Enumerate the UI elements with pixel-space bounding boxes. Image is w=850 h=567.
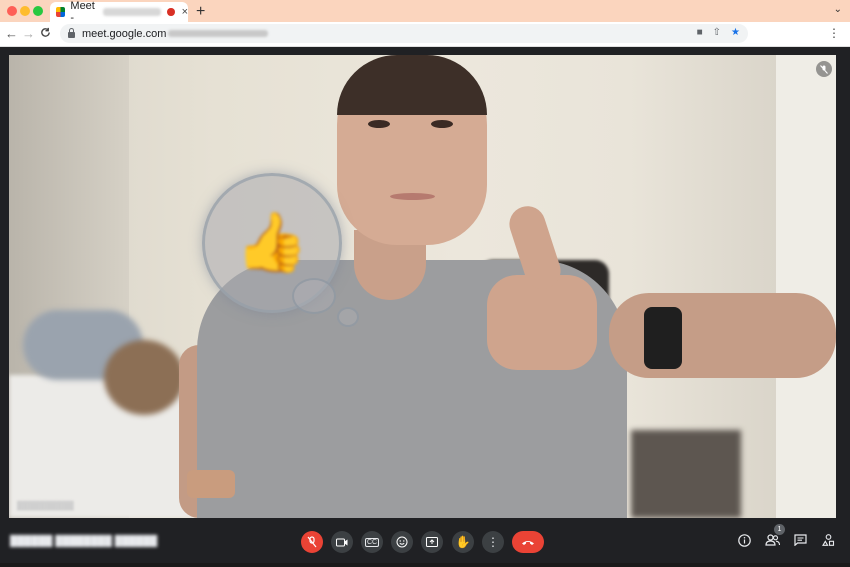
window-bottom-edge	[0, 563, 850, 567]
reload-icon	[41, 27, 50, 37]
reload-button[interactable]	[40, 26, 51, 41]
cc-icon: CC	[364, 537, 380, 547]
browser-menu-icon[interactable]: ⋮	[828, 26, 840, 40]
people-icon	[765, 534, 781, 546]
emoji-reactions-button[interactable]	[391, 531, 413, 553]
smartwatch	[644, 307, 682, 369]
info-icon	[738, 534, 751, 547]
activities-icon	[822, 534, 835, 546]
minimize-window-button[interactable]	[20, 6, 30, 16]
share-icon[interactable]: ⇧	[713, 27, 721, 38]
url-text: meet.google.com	[82, 27, 167, 40]
maximize-window-button[interactable]	[33, 6, 43, 16]
browser-toolbar: ← → meet.google.com ■ ⇧ ★ ⋮	[0, 22, 850, 47]
raise-hand-button[interactable]: ✋	[452, 531, 474, 553]
more-vert-icon: ⋮	[487, 535, 499, 549]
video-tile: 👍 ██████████	[9, 55, 836, 518]
address-bar[interactable]: meet.google.com ■ ⇧ ★	[60, 24, 748, 43]
browser-titlebar: Meet - × + ⌄	[0, 0, 850, 24]
person-eye	[368, 120, 390, 128]
hang-up-icon	[522, 540, 534, 545]
chat-button[interactable]	[794, 534, 807, 549]
camera-icon	[336, 538, 348, 546]
tab-list-chevron-icon[interactable]: ⌄	[834, 4, 842, 15]
mic-off-icon	[307, 536, 317, 548]
more-options-button[interactable]: ⋮	[482, 531, 504, 553]
present-button[interactable]	[421, 531, 443, 553]
tile-mic-off-icon	[816, 61, 832, 77]
bandage	[187, 470, 235, 498]
forward-button[interactable]: →	[22, 26, 35, 41]
lock-icon	[68, 27, 75, 38]
meet-favicon-icon	[56, 7, 66, 17]
close-window-button[interactable]	[7, 6, 17, 16]
meeting-name-redacted: ██████ ████████ ██████	[10, 536, 158, 547]
reaction-bubble	[292, 278, 336, 314]
camera-button[interactable]	[331, 531, 353, 553]
thumbs-up-icon: 👍	[235, 210, 309, 275]
captions-button[interactable]: CC	[361, 531, 383, 553]
recording-indicator-icon	[167, 8, 175, 16]
mic-off-button[interactable]	[301, 531, 323, 553]
tab-title-redacted	[102, 8, 162, 16]
leave-call-button[interactable]	[512, 531, 544, 553]
tab-title: Meet -	[70, 0, 95, 24]
participant-name-redacted: ██████████	[17, 501, 74, 510]
activities-button[interactable]	[822, 534, 835, 549]
browser-tab-meet[interactable]: Meet - ×	[50, 0, 188, 24]
people-button[interactable]	[765, 534, 781, 549]
background-dresser	[631, 430, 741, 518]
chat-icon	[794, 534, 807, 547]
participant-count-badge: 1	[774, 524, 785, 535]
smile-icon	[396, 536, 408, 548]
background-basket	[104, 340, 184, 415]
back-button[interactable]: ←	[5, 26, 18, 41]
camera-in-use-icon[interactable]: ■	[697, 27, 703, 38]
person-mouth	[390, 193, 435, 200]
hand-icon: ✋	[455, 535, 471, 549]
url-redacted	[168, 30, 269, 37]
person-fist	[487, 275, 597, 370]
present-icon	[426, 537, 438, 547]
new-tab-button[interactable]: +	[196, 3, 205, 21]
reaction-bubble	[337, 307, 359, 327]
person-hair	[337, 55, 487, 115]
bookmark-star-icon[interactable]: ★	[731, 27, 740, 38]
background-door	[776, 55, 836, 518]
meeting-info-button[interactable]	[738, 534, 751, 550]
close-tab-icon[interactable]: ×	[182, 6, 188, 18]
person-eye	[431, 120, 453, 128]
